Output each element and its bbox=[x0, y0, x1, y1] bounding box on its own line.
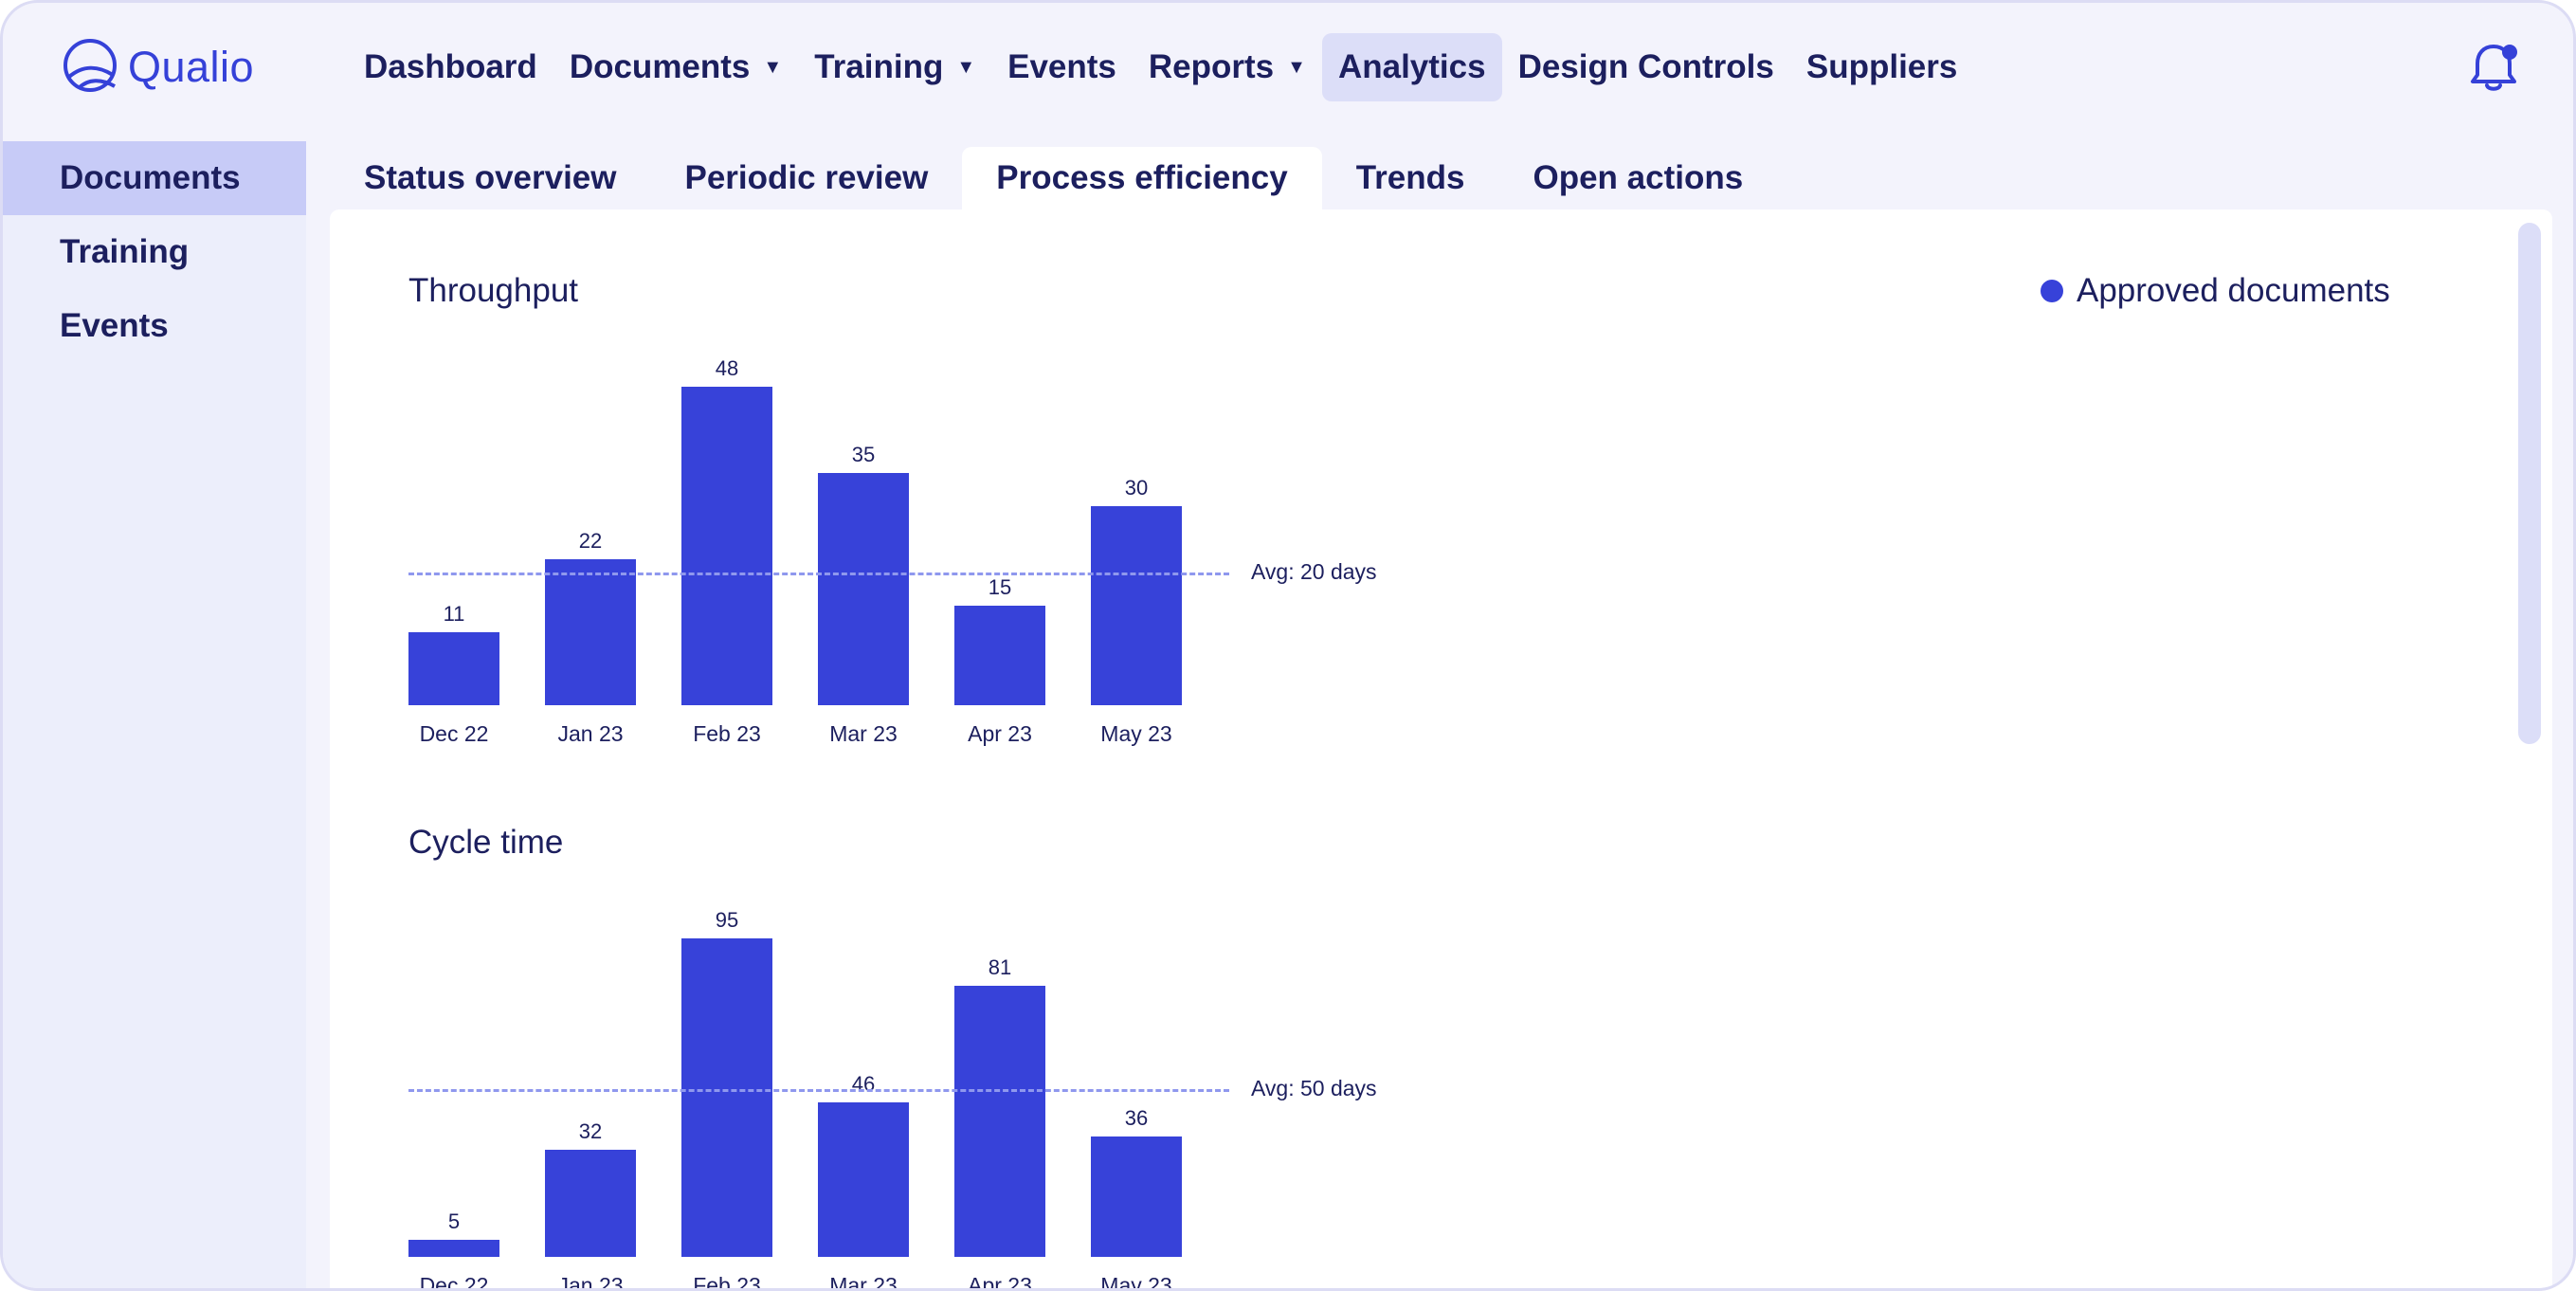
chart-bar[interactable] bbox=[818, 1102, 909, 1257]
chart-legend: Approved documents bbox=[2041, 272, 2390, 310]
bar-value-label: 35 bbox=[851, 443, 876, 466]
bar-value-label: 95 bbox=[715, 908, 739, 932]
chart-bar[interactable] bbox=[681, 387, 772, 705]
vertical-scrollbar[interactable] bbox=[2518, 223, 2541, 744]
tab-label: Periodic review bbox=[684, 159, 929, 196]
bar-value-label: 5 bbox=[447, 1209, 461, 1233]
logo[interactable]: Qualio bbox=[60, 37, 254, 98]
x-axis-tick-label: Mar 23 bbox=[829, 1273, 898, 1291]
sidebar-item-documents[interactable]: Documents bbox=[3, 141, 306, 215]
bar-value-label: 32 bbox=[578, 1119, 603, 1143]
nav-label: Design Controls bbox=[1517, 48, 1774, 85]
chart-bar[interactable] bbox=[681, 938, 772, 1257]
nav-item-reports[interactable]: Reports ▼ bbox=[1133, 33, 1322, 101]
x-axis-tick-label: Feb 23 bbox=[693, 1273, 761, 1291]
caret-down-icon: ▼ bbox=[956, 56, 976, 78]
x-axis-tick-label: Dec 22 bbox=[419, 1273, 489, 1291]
chart-bar[interactable] bbox=[818, 473, 909, 705]
chart-bar[interactable] bbox=[545, 1150, 636, 1257]
sidebar-item-label: Training bbox=[60, 233, 190, 270]
tab-open-actions[interactable]: Open actions bbox=[1498, 147, 1777, 209]
nav-item-dashboard[interactable]: Dashboard bbox=[348, 33, 553, 101]
x-axis-tick-label: Jan 23 bbox=[557, 1273, 624, 1291]
legend-dot-icon bbox=[2041, 280, 2063, 302]
chart-bar[interactable] bbox=[408, 1240, 499, 1257]
nav-item-events[interactable]: Events bbox=[991, 33, 1133, 101]
tab-label: Trends bbox=[1355, 159, 1465, 196]
caret-down-icon: ▼ bbox=[1287, 56, 1306, 78]
tab-status-overview[interactable]: Status overview bbox=[330, 147, 651, 209]
caret-down-icon: ▼ bbox=[763, 56, 783, 78]
nav-label: Events bbox=[1007, 48, 1116, 85]
x-axis-tick-label: Jan 23 bbox=[557, 721, 624, 746]
nav-label: Analytics bbox=[1337, 48, 1486, 85]
average-label: Avg: 20 days bbox=[1251, 559, 1377, 584]
chart-bar[interactable] bbox=[954, 986, 1045, 1257]
sidebar-item-training[interactable]: Training bbox=[3, 215, 306, 289]
bar-value-label: 48 bbox=[715, 356, 739, 380]
sidebar-item-label: Events bbox=[60, 307, 169, 344]
sidebar-item-label: Documents bbox=[60, 159, 241, 196]
main-nav: Dashboard Documents ▼ Training ▼ Events Re… bbox=[348, 33, 1973, 101]
x-axis-tick-label: Dec 22 bbox=[419, 721, 489, 746]
chart-bar[interactable] bbox=[954, 606, 1045, 705]
sidebar-item-events[interactable]: Events bbox=[3, 289, 306, 363]
tab-process-efficiency[interactable]: Process efficiency bbox=[962, 147, 1322, 209]
nav-item-documents[interactable]: Documents ▼ bbox=[553, 33, 798, 101]
bar-value-label: 36 bbox=[1124, 1106, 1149, 1130]
tab-label: Process efficiency bbox=[996, 159, 1288, 196]
x-axis-tick-label: May 23 bbox=[1100, 1273, 1172, 1291]
notification-bell-icon[interactable] bbox=[2465, 39, 2522, 96]
nav-label: Reports bbox=[1148, 48, 1275, 85]
tab-label: Status overview bbox=[364, 159, 617, 196]
tab-trends[interactable]: Trends bbox=[1322, 147, 1499, 209]
x-axis-tick-label: Feb 23 bbox=[693, 721, 761, 746]
nav-label: Dashboard bbox=[364, 48, 537, 85]
content-panel bbox=[330, 209, 2552, 1288]
x-axis-tick-label: May 23 bbox=[1100, 721, 1172, 746]
nav-label: Suppliers bbox=[1805, 48, 1958, 85]
sidebar: Documents Training Events bbox=[3, 141, 306, 1288]
tab-bar: Status overview Periodic review Process … bbox=[330, 147, 1777, 209]
tab-label: Open actions bbox=[1533, 159, 1744, 196]
bar-value-label: 81 bbox=[988, 955, 1012, 979]
nav-label: Training bbox=[814, 48, 944, 85]
bar-value-label: 30 bbox=[1124, 476, 1149, 500]
app-window: Qualio Dashboard Documents ▼ Training ▼ Ev… bbox=[0, 0, 2576, 1291]
bar-value-label: 46 bbox=[851, 1072, 876, 1096]
average-line bbox=[408, 573, 1229, 575]
average-label: Avg: 50 days bbox=[1251, 1076, 1377, 1100]
x-axis-tick-label: Apr 23 bbox=[968, 1273, 1032, 1291]
bar-value-label: 22 bbox=[578, 529, 603, 553]
bar-value-label: 15 bbox=[988, 575, 1012, 599]
legend-label: Approved documents bbox=[2077, 272, 2390, 309]
chart-bar[interactable] bbox=[1091, 506, 1182, 705]
chart-title: Throughput bbox=[408, 272, 579, 309]
app-name: Qualio bbox=[128, 43, 255, 91]
chart-title: Cycle time bbox=[408, 824, 564, 861]
qualio-logo-icon bbox=[63, 39, 117, 92]
chart-bar[interactable] bbox=[408, 632, 499, 705]
top-navigation-bar: Qualio Dashboard Documents ▼ Training ▼ Ev… bbox=[3, 3, 2573, 136]
nav-item-suppliers[interactable]: Suppliers bbox=[1790, 33, 1973, 101]
x-axis-tick-label: Apr 23 bbox=[968, 721, 1032, 746]
chart-bar[interactable] bbox=[1091, 1136, 1182, 1257]
bar-value-label: 11 bbox=[443, 602, 465, 626]
nav-item-analytics[interactable]: Analytics bbox=[1321, 33, 1502, 101]
nav-item-training[interactable]: Training ▼ bbox=[798, 33, 991, 101]
chart-bar[interactable] bbox=[545, 559, 636, 705]
average-line bbox=[408, 1089, 1229, 1092]
nav-label: Documents bbox=[569, 48, 751, 85]
nav-item-design-controls[interactable]: Design Controls bbox=[1502, 33, 1790, 101]
tab-periodic-review[interactable]: Periodic review bbox=[651, 147, 963, 209]
x-axis-tick-label: Mar 23 bbox=[829, 721, 898, 746]
